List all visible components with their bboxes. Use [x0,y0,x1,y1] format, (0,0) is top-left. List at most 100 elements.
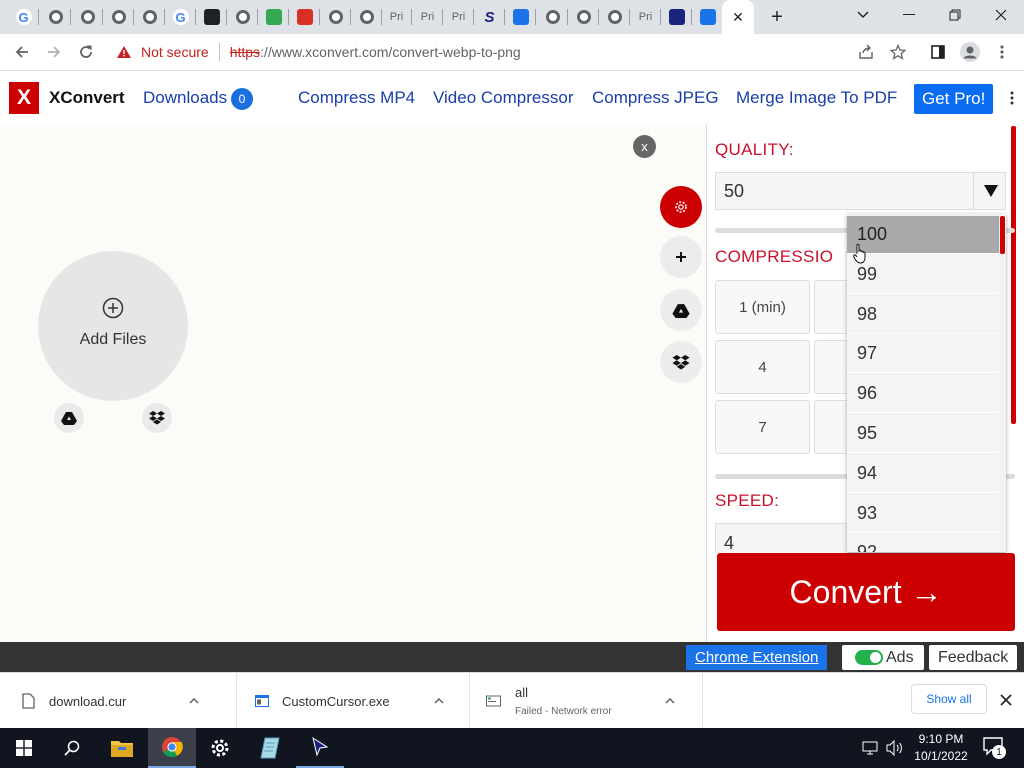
panel-scrollbar[interactable] [1011,126,1016,424]
ads-toggle[interactable]: Ads [842,645,924,670]
side-dropbox-button[interactable] [660,341,702,383]
quality-dropdown-list[interactable]: 1009998979695949392 [847,214,1006,552]
browser-tab[interactable] [320,0,351,34]
browser-tab[interactable]: Pri [443,0,474,34]
close-icon[interactable] [1000,694,1012,706]
browser-tab[interactable] [289,0,320,34]
dropdown-scrollbar[interactable] [1000,216,1005,254]
gear-icon[interactable] [210,738,230,758]
convert-button[interactable]: Convert → [717,553,1015,631]
chrome-extension-label[interactable]: Chrome Extension [695,649,818,666]
custom-cursor-taskbar-button[interactable] [296,728,344,768]
convert-button-label[interactable]: Convert → [790,574,943,611]
dropbox-button[interactable] [142,403,172,433]
volume-icon[interactable] [886,740,904,756]
browser-tab[interactable] [599,0,630,34]
back-button[interactable] [8,38,36,66]
windows-logo-icon[interactable] [16,740,32,756]
downloads-count-badge[interactable]: 0 [231,88,253,110]
nav-link-compress-mp4[interactable]: Compress MP4 [298,88,415,108]
browser-tab[interactable] [227,0,258,34]
dropdown-triangle-icon[interactable] [984,185,998,197]
start-button[interactable] [0,728,48,768]
download-item-failed[interactable]: all Failed - Network error [470,673,703,729]
close-icon[interactable]: ✕ [732,9,744,26]
google-drive-button[interactable] [54,403,84,433]
bookmark-button[interactable] [884,38,912,66]
quality-option[interactable]: 97 [847,335,999,374]
minimize-button[interactable] [886,0,932,30]
globe-icon[interactable] [328,10,343,24]
show-all-downloads-button[interactable]: Show all [911,684,987,714]
chrome-extension-link[interactable]: Chrome Extension [686,645,828,670]
browser-tab[interactable] [103,0,134,34]
close-dropzone-button[interactable]: x [633,135,656,158]
globe-icon[interactable] [48,10,63,24]
star-icon[interactable] [890,44,906,60]
chrome-taskbar-button[interactable] [148,728,196,768]
warning-icon[interactable] [116,45,132,59]
settings-taskbar-button[interactable] [196,728,244,768]
browser-tab[interactable] [692,0,723,34]
arrow-right-icon[interactable] [46,44,62,60]
browser-tab[interactable] [505,0,536,34]
globe-icon[interactable] [235,10,250,24]
quality-option[interactable]: 98 [847,295,999,334]
cursor-icon[interactable] [311,737,329,757]
kebab-menu-icon[interactable] [1000,44,1004,60]
reload-icon[interactable] [78,44,94,60]
speed-select-value[interactable]: 4 [724,533,734,553]
plus-icon[interactable]: + [771,6,783,29]
quality-option[interactable]: 92 [847,534,999,552]
quality-option[interactable]: 94 [847,454,999,493]
add-files-button[interactable]: Add Files [38,251,188,401]
search-icon[interactable] [64,740,80,756]
window-close-button[interactable] [978,0,1024,30]
google-drive-icon[interactable] [672,303,690,318]
profile-button[interactable] [956,38,984,66]
quality-select-value[interactable]: 50 [724,181,744,202]
browser-tab[interactable] [537,0,568,34]
side-google-drive-button[interactable] [660,289,702,331]
browser-tab[interactable] [661,0,692,34]
browser-tab[interactable] [258,0,289,34]
notification-count-badge[interactable]: 1 [992,745,1006,759]
google-icon[interactable]: G [15,9,32,25]
browser-tab[interactable]: G [165,0,196,34]
clock-date[interactable]: 10/1/2022 [910,748,972,765]
compression-level-7-button[interactable]: 7 [715,400,810,454]
site-name[interactable]: XConvert [49,88,125,108]
minimize-icon[interactable] [903,14,915,16]
browser-tab[interactable]: G [8,0,39,34]
browser-tab[interactable] [196,0,227,34]
get-pro-button[interactable]: Get Pro! [914,84,994,114]
reload-button[interactable] [72,38,100,66]
quality-option[interactable]: 93 [847,494,999,533]
chevron-up-icon[interactable] [189,698,199,704]
nav-link-compress-jpeg[interactable]: Compress JPEG [592,88,719,108]
quality-option[interactable]: 96 [847,375,999,414]
dropbox-icon[interactable] [149,411,165,425]
tab-title[interactable]: Pri [639,11,652,23]
tab-title[interactable]: Pri [452,11,465,23]
globe-icon[interactable] [80,10,95,24]
dropbox-icon[interactable] [672,354,690,370]
notepad-taskbar-button[interactable] [246,728,294,768]
quality-option[interactable]: 99 [847,255,999,294]
side-panel-icon[interactable] [930,44,946,60]
search-button[interactable] [48,728,96,768]
block-icon[interactable] [296,9,313,25]
share-icon[interactable] [858,44,874,60]
globe-icon[interactable] [576,10,591,24]
globe-icon[interactable] [142,10,157,24]
tab-title[interactable]: Pri [390,11,403,23]
globe-icon[interactable] [545,10,560,24]
globe-icon[interactable] [607,10,622,24]
browser-tab[interactable]: Pri [381,0,412,34]
feedback-button[interactable]: Feedback [929,645,1018,670]
browser-tab[interactable] [351,0,382,34]
ads-label[interactable]: Ads [886,649,914,667]
nav-link-merge-image-to-pdf[interactable]: Merge Image To PDF [736,88,897,108]
browser-tab[interactable]: S [474,0,505,34]
quality-option[interactable]: 100 [847,216,999,254]
